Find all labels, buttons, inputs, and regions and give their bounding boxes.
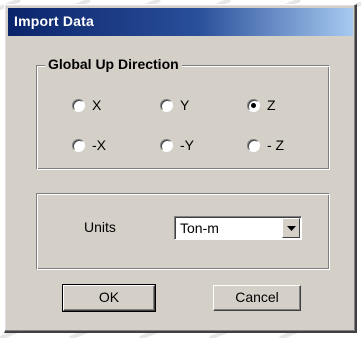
radio-button-icon	[72, 138, 85, 152]
units-selected-value: Ton-m	[180, 220, 219, 236]
radio-button-checked-icon	[247, 98, 260, 112]
radio-label: Z	[267, 97, 276, 113]
radio-neg-y[interactable]: -Y	[160, 136, 194, 154]
radio-label: -Y	[180, 137, 194, 153]
ok-button[interactable]: OK	[62, 284, 156, 312]
global-up-direction-group: Global Up Direction	[36, 56, 330, 170]
radio-button-icon	[72, 98, 85, 112]
radio-z[interactable]: Z	[247, 96, 276, 114]
radio-label: X	[92, 97, 102, 113]
radio-button-icon	[247, 138, 260, 152]
dropdown-arrow-icon[interactable]	[282, 218, 300, 238]
radio-x[interactable]: X	[72, 96, 101, 114]
units-label: Units	[84, 219, 116, 235]
cancel-button[interactable]: Cancel	[213, 285, 301, 311]
radio-label: Y	[180, 97, 190, 113]
radio-y[interactable]: Y	[160, 96, 189, 114]
dialog-title: Import Data	[14, 13, 94, 29]
title-bar[interactable]: Import Data	[8, 8, 353, 36]
radio-neg-x[interactable]: -X	[72, 136, 106, 154]
radio-selected-dot	[251, 102, 256, 108]
radio-label: -X	[92, 137, 106, 153]
radio-label: - Z	[267, 137, 285, 153]
units-dropdown[interactable]: Ton-m	[174, 216, 302, 240]
radio-button-icon	[160, 98, 173, 112]
radio-neg-z[interactable]: - Z	[247, 136, 284, 154]
group-legend: Global Up Direction	[45, 56, 182, 72]
radio-button-icon	[160, 138, 173, 152]
